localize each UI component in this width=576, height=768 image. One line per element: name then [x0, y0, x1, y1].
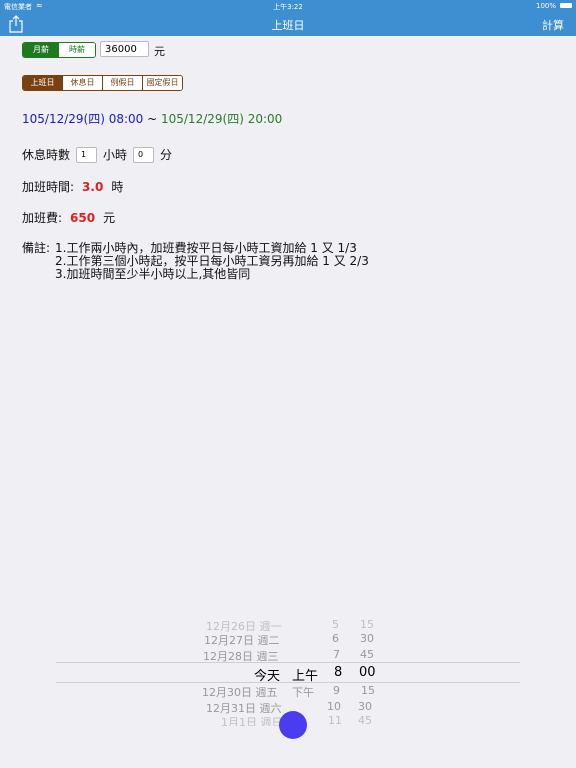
overtime-hours-unit: 時	[111, 180, 124, 194]
notes-label: 備註:	[22, 241, 51, 255]
picker-minute: 30	[360, 632, 374, 645]
date-time-picker[interactable]: 12月26日 週一 5 15 12月27日 週二 6 30 12月28日 週三 …	[56, 620, 520, 726]
overtime-pay-label: 加班費:	[22, 211, 63, 225]
overtime-pay-unit: 元	[103, 211, 116, 225]
picker-minute: 15	[360, 620, 374, 631]
calculate-button[interactable]: 計算	[542, 17, 564, 33]
battery-percent: 100%	[535, 2, 556, 10]
picker-hour: 5	[332, 620, 339, 631]
picker-hour: 11	[328, 714, 342, 726]
picker-minute: 15	[361, 684, 375, 697]
rest-hours-row: 休息時數 小時 分	[22, 146, 172, 163]
picker-hour: 9	[333, 684, 340, 697]
picker-hour: 8	[334, 665, 343, 680]
time-range: 105/12/29(四) 08:00 ~ 105/12/29(四) 20:00	[22, 110, 282, 127]
status-bar: 電信業者 ≈ 上午3:22 100%	[0, 0, 576, 12]
picker-row-selected[interactable]: 今天 上午 8 00	[56, 665, 520, 684]
day-type-national-holiday[interactable]: 國定假日	[142, 76, 182, 90]
end-time[interactable]: 105/12/29(四) 20:00	[161, 112, 282, 126]
picker-row[interactable]: 12月30日 週五 下午 9 15	[56, 684, 520, 701]
overtime-hours-row: 加班時間: 3.0 時	[22, 178, 123, 195]
battery-icon	[560, 3, 572, 8]
navigation-bar: 上班日 計算	[0, 12, 576, 36]
day-type-regular-holiday[interactable]: 例假日	[102, 76, 142, 90]
rest-label: 休息時數	[22, 148, 71, 162]
salary-input[interactable]	[100, 41, 149, 57]
picker-divider	[56, 662, 520, 663]
rest-hours-unit: 小時	[103, 148, 128, 162]
rest-hours-input[interactable]	[76, 146, 98, 163]
day-type-segmented-control: 上班日 休息日 例假日 國定假日	[22, 75, 183, 91]
picker-minute: 45	[360, 648, 374, 661]
day-type-workday[interactable]: 上班日	[23, 76, 62, 90]
pay-type-segmented-control: 月薪 時薪	[22, 42, 96, 58]
picker-minute: 30	[358, 700, 372, 713]
page-title: 上班日	[271, 19, 305, 32]
picker-date: 1月1日 週日	[221, 716, 283, 726]
picker-ampm: 下午	[292, 686, 314, 699]
picker-divider	[56, 682, 520, 683]
picker-minute: 00	[359, 665, 376, 680]
notes-line: 3.加班時間至少半小時以上,其他皆同	[55, 267, 251, 281]
picker-minute: 45	[358, 714, 372, 726]
picker-hour: 10	[327, 700, 341, 713]
picker-date: 12月30日 週五	[202, 686, 278, 699]
floating-action-button[interactable]	[279, 711, 307, 739]
status-time: 上午3:22	[273, 3, 303, 11]
picker-hour: 6	[332, 632, 339, 645]
picker-hour: 7	[333, 648, 340, 661]
overtime-pay-row: 加班費: 650 元	[22, 209, 115, 226]
rest-minutes-input[interactable]	[133, 146, 155, 163]
pay-type-hourly[interactable]: 時薪	[59, 43, 95, 57]
overtime-hours-label: 加班時間:	[22, 180, 75, 194]
overtime-hours-value: 3.0	[82, 179, 104, 194]
picker-date: 12月27日 週二	[204, 634, 280, 647]
overtime-pay-value: 650	[70, 210, 96, 225]
rest-minutes-unit: 分	[160, 148, 173, 162]
picker-row[interactable]: 12月27日 週二 6 30	[56, 632, 520, 649]
range-separator: ~	[143, 112, 161, 126]
day-type-rest-day[interactable]: 休息日	[62, 76, 102, 90]
salary-unit: 元	[154, 45, 165, 58]
start-time[interactable]: 105/12/29(四) 08:00	[22, 112, 143, 126]
pay-type-monthly[interactable]: 月薪	[23, 43, 59, 57]
